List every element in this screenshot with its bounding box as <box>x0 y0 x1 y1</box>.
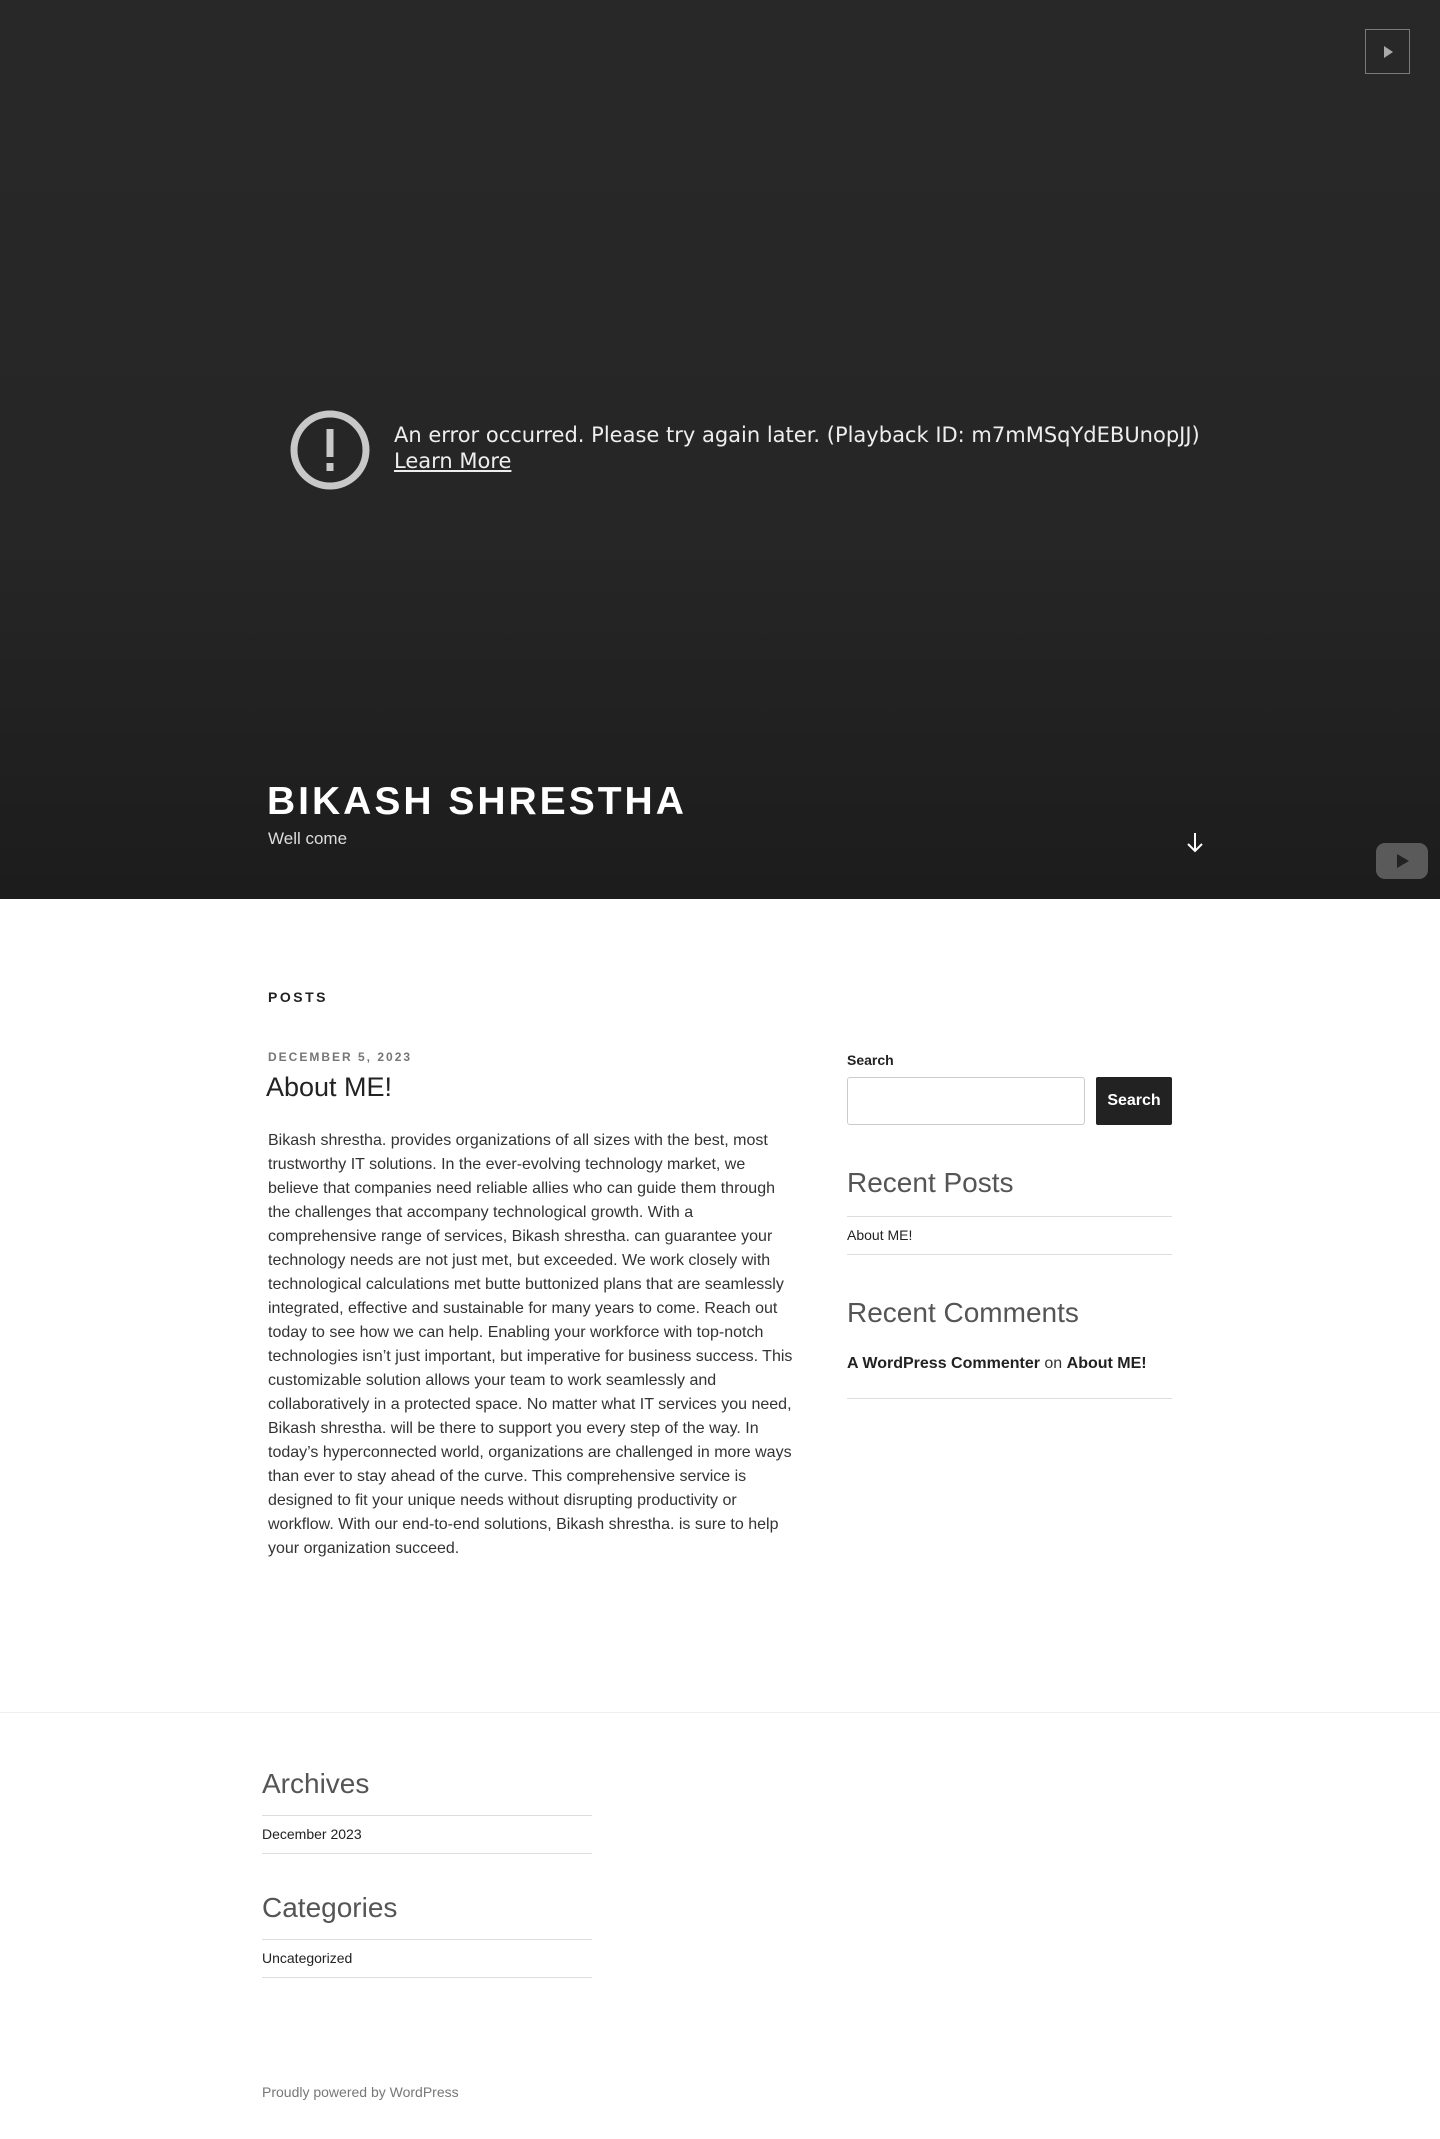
error-message: An error occurred. Please try again late… <box>394 423 1200 447</box>
site-description: Well come <box>268 829 348 848</box>
recent-comments-title: Recent Comments <box>847 1297 1079 1328</box>
recent-posts-title: Recent Posts <box>847 1167 1014 1198</box>
post-date[interactable]: DECEMBER 5, 2023 <box>268 1050 798 1064</box>
post-title[interactable]: About ME! <box>266 1072 798 1103</box>
youtube-logo-icon[interactable] <box>1376 843 1428 879</box>
search-input[interactable] <box>847 1077 1085 1125</box>
video-error: An error occurred. Please try again late… <box>289 409 1200 491</box>
post-body: Bikash shrestha. provides organizations … <box>268 1132 793 1557</box>
search-button[interactable]: Search <box>1096 1077 1172 1125</box>
video-header: An error occurred. Please try again late… <box>0 0 1440 899</box>
recent-comment-item: A WordPress Commenter on About ME! <box>847 1355 1172 1399</box>
recent-post-item[interactable]: About ME! <box>847 1217 1172 1254</box>
sidebar: Search Search Recent Posts About ME! Rec… <box>847 1050 1172 1399</box>
play-pause-button[interactable] <box>1365 29 1410 74</box>
play-icon <box>1383 45 1393 58</box>
powered-by-link[interactable]: Proudly powered by WordPress <box>262 2084 459 2100</box>
arrow-down-icon[interactable] <box>1185 829 1205 857</box>
category-item[interactable]: Uncategorized <box>262 1940 592 1977</box>
posts-heading: POSTS <box>268 989 328 1005</box>
categories-list: Uncategorized <box>262 1939 592 1978</box>
recent-posts-list: About ME! <box>847 1216 1172 1255</box>
comment-author-link[interactable]: A WordPress Commenter <box>847 1355 1040 1372</box>
search-label: Search <box>847 1052 894 1068</box>
categories-title: Categories <box>262 1892 398 1923</box>
post-article: DECEMBER 5, 2023 About ME! Bikash shrest… <box>266 1050 798 1561</box>
comment-connector: on <box>1044 1355 1063 1372</box>
archives-list: December 2023 <box>262 1815 592 1854</box>
exclamation-circle-icon <box>290 410 370 490</box>
archive-item[interactable]: December 2023 <box>262 1816 592 1853</box>
footer-divider <box>0 1712 1440 1713</box>
site-title[interactable]: BIKASH SHRESTHA <box>267 780 687 824</box>
learn-more-link[interactable]: Learn More <box>394 449 511 474</box>
comment-post-link[interactable]: About ME! <box>1067 1355 1147 1372</box>
archives-title: Archives <box>262 1768 370 1799</box>
search-form: Search <box>847 1077 1172 1125</box>
footer-widgets: Archives December 2023 Categories Uncate… <box>262 1768 592 1978</box>
